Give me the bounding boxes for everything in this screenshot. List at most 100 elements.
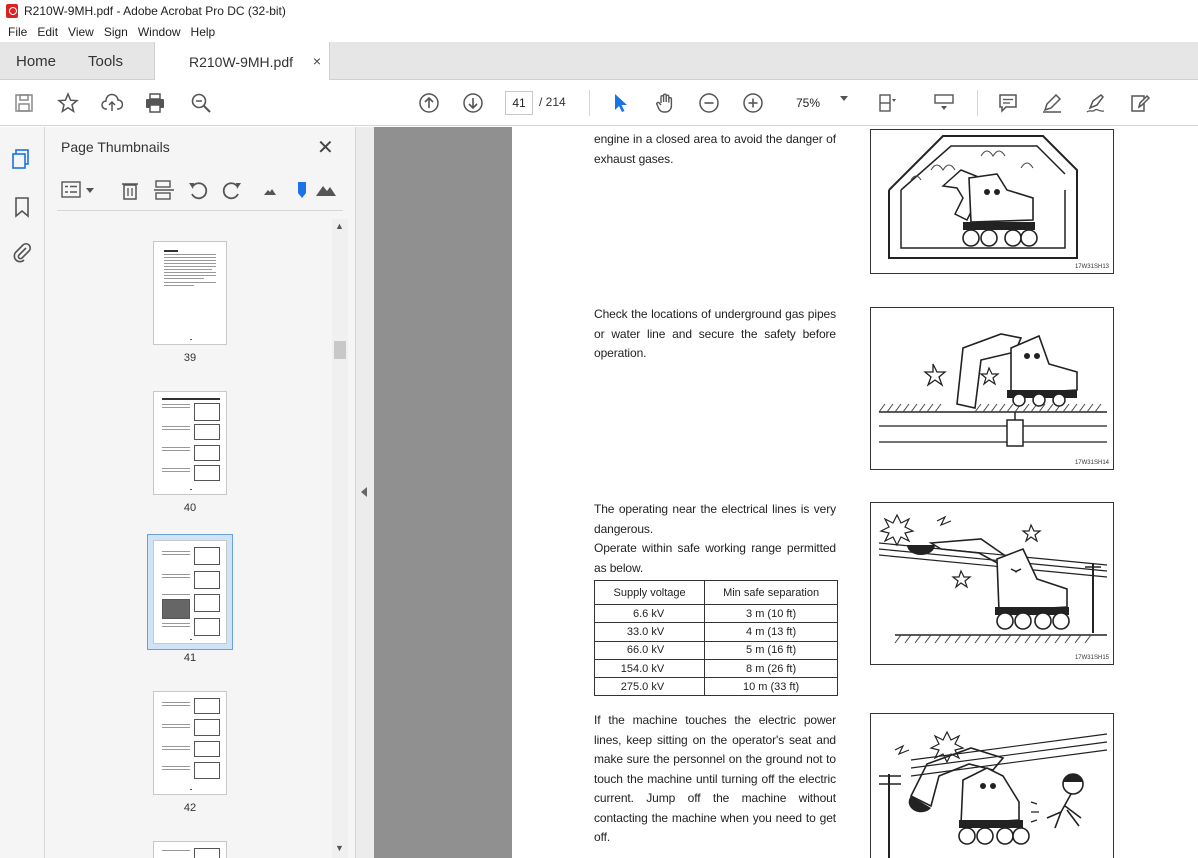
sign-icon[interactable]	[1084, 91, 1108, 115]
toolbar-divider	[977, 90, 978, 116]
previous-page-icon[interactable]	[417, 91, 441, 115]
thumbnail-label: 41	[183, 652, 197, 664]
paragraph-power-line-contact: If the machine touches the electric powe…	[594, 713, 836, 844]
close-icon[interactable]: ✕	[317, 135, 334, 160]
window-title: R210W-9MH.pdf - Adobe Acrobat Pro DC (32…	[24, 4, 286, 18]
tab-home[interactable]: Home	[16, 42, 56, 80]
supply-voltage-cell: 154.0 kV	[593, 658, 706, 679]
thumbnails-panel: Page Thumbnails ✕ 39 40 41 42 ▲ ▼	[45, 127, 356, 858]
comment-icon[interactable]	[996, 91, 1020, 115]
chevron-down-icon[interactable]	[840, 96, 848, 101]
menu-view[interactable]: View	[64, 25, 98, 39]
toolbar-divider	[589, 90, 590, 116]
pdf-page: engine in a closed area to avoid the dan…	[512, 127, 1198, 858]
scroll-down-icon[interactable]: ▼	[335, 843, 344, 853]
document-viewport[interactable]: engine in a closed area to avoid the dan…	[374, 127, 1198, 858]
column-header: Supply voltage	[593, 580, 706, 605]
delete-page-icon[interactable]	[119, 179, 141, 201]
tab-document[interactable]: R210W-9MH.pdf ×	[154, 42, 330, 81]
scrollbar-thumb[interactable]	[334, 341, 346, 359]
page-fit-icon[interactable]	[876, 91, 900, 115]
toolbar: 41 / 214 75%	[0, 80, 1198, 126]
illustration-underground-pipes: 17W31SH14	[870, 307, 1114, 470]
panel-collapse-handle[interactable]	[356, 127, 374, 858]
illustration-closed-area: 17W31SH13	[870, 129, 1114, 274]
insert-page-icon[interactable]	[153, 179, 175, 201]
zoom-level-select[interactable]: 75%	[786, 91, 854, 115]
rotate-right-icon[interactable]	[221, 179, 243, 201]
min-separation-cell: 3 m (10 ft)	[704, 603, 838, 624]
thumbnail-size-slider[interactable]	[291, 179, 313, 201]
select-cursor-icon[interactable]	[608, 91, 632, 115]
next-page-icon[interactable]	[461, 91, 485, 115]
highlight-pen-icon[interactable]	[1040, 91, 1064, 115]
menu-window[interactable]: Window	[134, 25, 185, 39]
min-separation-cell: 4 m (13 ft)	[704, 622, 838, 642]
menu-help[interactable]: Help	[187, 25, 220, 39]
paragraph-gas-pipes: Check the locations of underground gas p…	[594, 307, 836, 360]
tab-bar: Home Tools R210W-9MH.pdf ×	[0, 42, 1198, 81]
thumbnail-page-40[interactable]	[153, 391, 227, 495]
thumbnail-page-42[interactable]	[153, 691, 227, 795]
thumbnail-page-41[interactable]	[153, 540, 227, 644]
supply-voltage-cell: 275.0 kV	[593, 677, 706, 697]
illustration-jump-off	[870, 713, 1114, 858]
table-row: 66.0 kV 5 m (16 ft)	[593, 640, 838, 660]
supply-voltage-cell: 33.0 kV	[593, 622, 706, 642]
thumbnail-label: 40	[183, 502, 197, 514]
print-icon[interactable]	[143, 91, 167, 115]
tab-close-icon[interactable]: ×	[313, 53, 321, 69]
title-bar: R210W-9MH.pdf - Adobe Acrobat Pro DC (32…	[0, 0, 1198, 22]
table-header-row: Supply voltage Min safe separation	[593, 580, 838, 605]
search-zoom-icon[interactable]	[189, 91, 213, 115]
zoom-out-icon[interactable]	[697, 91, 721, 115]
enlarge-thumbnails-icon[interactable]	[315, 179, 337, 201]
panel-title: Page Thumbnails	[61, 139, 170, 155]
thumbnail-scrollbar[interactable]: ▲ ▼	[332, 219, 348, 858]
zoom-in-icon[interactable]	[741, 91, 765, 115]
thumbnail-options-icon[interactable]	[61, 179, 97, 201]
column-header: Min safe separation	[704, 580, 838, 605]
page-number-input[interactable]: 41	[505, 91, 533, 115]
thumbnail-page-39[interactable]	[153, 241, 227, 345]
menu-file[interactable]: File	[4, 25, 31, 39]
attachments-icon[interactable]	[10, 240, 34, 264]
figure-code: 17W31SH15	[1074, 655, 1109, 661]
thumbnail-tools	[45, 171, 356, 207]
figure-code: 17W31SH14	[1074, 460, 1109, 466]
save-icon[interactable]	[12, 91, 36, 115]
collapse-arrow-icon[interactable]	[361, 487, 367, 497]
min-separation-cell: 5 m (16 ft)	[704, 640, 838, 660]
menu-sign[interactable]: Sign	[100, 25, 132, 39]
table-row: 6.6 kV 3 m (10 ft)	[593, 603, 838, 624]
table-row: 33.0 kV 4 m (13 ft)	[593, 622, 838, 642]
scroll-mode-icon[interactable]	[932, 91, 956, 115]
min-separation-cell: 8 m (26 ft)	[704, 658, 838, 679]
edit-pdf-icon[interactable]	[1128, 91, 1152, 115]
page-thumbnails-icon[interactable]	[10, 147, 34, 171]
upload-cloud-icon[interactable]	[100, 91, 124, 115]
thumbnail-page-partial[interactable]	[153, 841, 227, 858]
page-total: / 214	[539, 95, 566, 109]
thumbnail-label: 42	[183, 802, 197, 814]
tab-tools[interactable]: Tools	[88, 42, 123, 80]
rotate-left-icon[interactable]	[187, 179, 209, 201]
hand-tool-icon[interactable]	[653, 91, 677, 115]
acrobat-icon	[6, 4, 18, 18]
illustration-electrical-lines: 17W31SH15	[870, 502, 1114, 665]
scroll-up-icon[interactable]: ▲	[335, 221, 344, 231]
bookmarks-icon[interactable]	[10, 195, 34, 219]
panel-divider	[57, 210, 343, 211]
thumbnail-label: 39	[183, 352, 197, 364]
tab-document-label: R210W-9MH.pdf	[189, 53, 294, 70]
supply-voltage-cell: 6.6 kV	[593, 603, 706, 624]
figure-code: 17W31SH13	[1074, 264, 1109, 270]
menu-edit[interactable]: Edit	[33, 25, 62, 39]
table-row: 154.0 kV 8 m (26 ft)	[593, 658, 838, 679]
reduce-thumbnails-icon[interactable]	[259, 179, 281, 201]
bookmark-star-icon[interactable]	[56, 91, 80, 115]
table-row: 275.0 kV 10 m (33 ft)	[593, 677, 838, 697]
supply-voltage-cell: 66.0 kV	[593, 640, 706, 660]
min-separation-cell: 10 m (33 ft)	[704, 677, 838, 697]
paragraph-safe-range: Operate within safe working range permit…	[594, 541, 836, 575]
